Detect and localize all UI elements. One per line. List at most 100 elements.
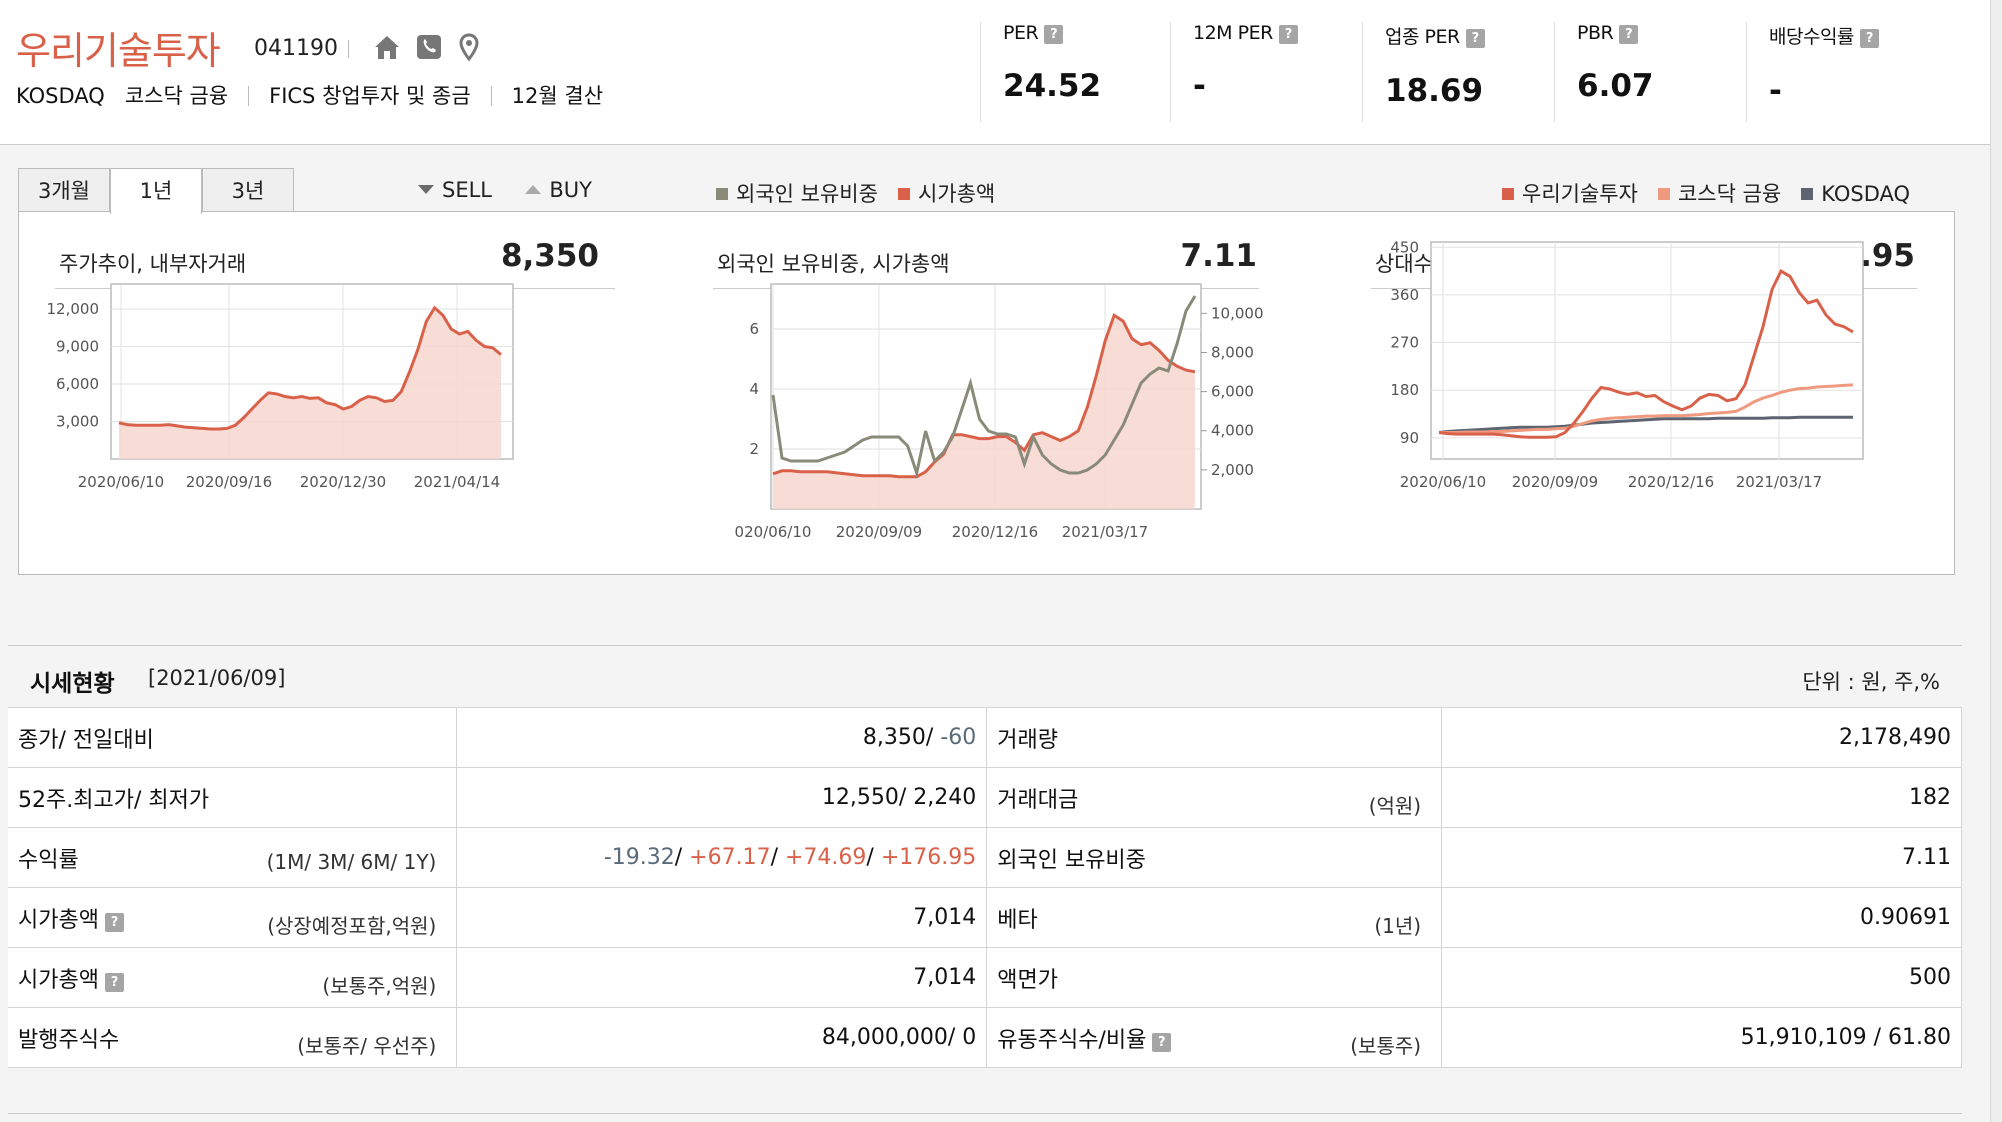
tab-3-years[interactable]: 3년 — [202, 168, 294, 212]
sell-triangle-icon — [418, 185, 434, 194]
cell-value: 7,014 — [913, 905, 977, 930]
row-label: 외국인 보유비중 — [986, 827, 1443, 888]
y-tick-label: 6,000 — [56, 375, 99, 393]
fiscal-month: 12월 결산 — [511, 84, 604, 108]
table-row: 시가총액? (보통주,억원) 7,014 액면가 500 — [8, 947, 1962, 1008]
price-chart[interactable]: 3,000 6,000 9,000 12,000 2020/06/10 2020/09/1… — [19, 212, 679, 576]
label-text: 발행주식수 — [18, 1028, 120, 1053]
table-header: 시세현황 [2021/06/09] 단위 : 원, 주,% — [8, 645, 1962, 707]
metric-value: 24.52 — [1003, 68, 1102, 104]
scrollbar-track[interactable] — [1990, 0, 2002, 1122]
cell-value: 7,014 — [913, 965, 977, 990]
label-text: 외국인 보유비중 — [997, 848, 1146, 873]
y-tick-label-right: 2,000 — [1211, 461, 1254, 479]
row-label: 거래량 — [986, 707, 1443, 768]
cell-change: -60 — [940, 725, 977, 750]
y-tick-label-left: 2 — [749, 440, 759, 458]
x-tick-label: 2020/12/30 — [300, 473, 386, 491]
home-icon[interactable] — [372, 32, 402, 62]
y-tick-label: 12,000 — [47, 300, 100, 318]
label-text: 유동주식수/비율 — [997, 1028, 1147, 1053]
x-tick-label: 2020/09/09 — [836, 523, 922, 541]
legend-foreign-ratio: 외국인 보유비중 — [736, 182, 878, 206]
metric-value: 6.07 — [1577, 68, 1654, 104]
row-label: 발행주식수 (보통주/ 우선주) — [8, 1007, 458, 1068]
price-status-table: 종가/ 전일대비 8,350/ -60 거래량 2,178,490 52주.최고… — [8, 707, 1962, 1068]
metric-value: - — [1769, 73, 1782, 109]
row-label: 종가/ 전일대비 — [8, 707, 458, 768]
label-text: 종가/ 전일대비 — [18, 728, 154, 753]
y-tick-label: 3,000 — [56, 413, 99, 431]
row-value: -19.32/ +67.17/ +74.69/ +176.95 — [456, 827, 988, 888]
sector-name: 코스닥 금융 — [124, 84, 229, 108]
row-label: 시가총액? (상장예정포함,억원) — [8, 887, 458, 948]
y-tick-label: 9,000 — [56, 338, 99, 356]
legend-market-cap: 시가총액 — [917, 182, 996, 206]
x-tick-label: 2020/06/10 — [1400, 473, 1486, 491]
table-row: 시가총액? (상장예정포함,억원) 7,014 베타 (1년) 0.90691 — [8, 887, 1962, 948]
phone-icon[interactable] — [414, 32, 444, 62]
help-icon[interactable]: ? — [104, 973, 124, 992]
legend-company: 우리기술투자 — [1522, 182, 1638, 206]
x-tick-label: 2020/12/16 — [1628, 473, 1714, 491]
y-tick-label-left: 6 — [749, 320, 759, 338]
row-value: 84,000,000/ 0 — [456, 1007, 988, 1068]
metric-value: - — [1193, 68, 1206, 104]
label-text: 시가총액 — [18, 968, 99, 993]
label-sub: (보통주/ 우선주) — [297, 1034, 437, 1058]
metric-dividend-yield: 배당수익률? - — [1746, 22, 1936, 122]
x-tick-label: 2021/03/17 — [1736, 473, 1822, 491]
label-sub: (상장예정포함,억원) — [267, 914, 437, 938]
metric-pbr: PBR? 6.07 — [1554, 22, 1744, 122]
cell-value: 84,000,000/ 0 — [821, 1025, 977, 1050]
help-icon[interactable]: ? — [1619, 25, 1639, 44]
return-separator: / — [770, 845, 785, 870]
metric-sector-per: 업종 PER? 18.69 — [1362, 22, 1552, 122]
chart-panel: 주가추이, 내부자거래 8,350 외국인 보유비중, 시가총액 7.11 상대… — [18, 211, 1955, 575]
stock-overview-page: 우리기술투자 041190 KOSDAQ 코스닥 금융 FICS 창업투자 및 종… — [0, 0, 2002, 1122]
row-value: 8,350/ -60 — [456, 707, 988, 768]
help-icon[interactable]: ? — [104, 913, 124, 932]
row-value: 12,550/ 2,240 — [456, 767, 988, 828]
table-row: 52주.최고가/ 최저가 12,550/ 2,240 거래대금 (억원) 182 — [8, 767, 1962, 828]
relative-return-chart[interactable]: 90 180 270 360 450 2020/06/10 2020/09/09 2020/1… — [1339, 212, 1956, 576]
foreign-ratio-chart[interactable]: 2 4 6 2,000 4,000 6,000 8,000 10,000 020/06/10 20… — [679, 212, 1339, 576]
label-text: 액면가 — [997, 968, 1058, 993]
buy-triangle-icon — [525, 185, 542, 194]
table-date: [2021/06/09] — [148, 666, 286, 690]
row-value: 7.11 — [1441, 827, 1962, 888]
tab-3-months[interactable]: 3개월 — [18, 168, 110, 212]
legend-swatch — [897, 188, 910, 200]
return-1y: +176.95 — [880, 845, 977, 870]
y-tick-label: 90 — [1400, 429, 1419, 447]
legend-sector: 코스닥 금융 — [1677, 182, 1782, 206]
metric-12m-per: 12M PER? - — [1170, 22, 1360, 122]
label-text: 거래대금 — [997, 788, 1079, 813]
cell-value: 8,350/ — [862, 725, 941, 750]
x-tick-label: 2020/09/09 — [1512, 473, 1598, 491]
location-pin-icon[interactable] — [454, 32, 484, 62]
help-icon[interactable]: ? — [1278, 25, 1298, 44]
row-value: 2,178,490 — [1441, 707, 1962, 768]
label-text: 수익률 — [18, 848, 79, 873]
fics-name: FICS 창업투자 및 종금 — [269, 84, 471, 108]
label-text: 베타 — [997, 908, 1038, 933]
tab-1-year[interactable]: 1년 — [110, 168, 202, 214]
help-icon[interactable]: ? — [1465, 29, 1485, 48]
y-tick-label: 270 — [1390, 334, 1419, 352]
help-icon[interactable]: ? — [1044, 25, 1064, 44]
stock-code: 041190 — [254, 36, 338, 61]
help-icon[interactable]: ? — [1859, 29, 1879, 48]
help-icon[interactable]: ? — [1152, 1033, 1172, 1052]
x-tick-label: 2021/04/14 — [414, 473, 500, 491]
row-label: 거래대금 (억원) — [986, 767, 1443, 828]
plot-area — [1430, 241, 1864, 460]
legend-sell: SELL — [442, 178, 492, 202]
label-sub: (보통주,억원) — [322, 974, 437, 998]
return-separator: / — [866, 845, 881, 870]
row-label: 액면가 — [986, 947, 1443, 1008]
label-sub: (1년) — [1374, 914, 1422, 938]
return-6m: +74.69 — [784, 845, 867, 870]
table-title: 시세현황 — [30, 671, 115, 697]
table-row: 수익률 (1M/ 3M/ 6M/ 1Y) -19.32/ +67.17/ +74.… — [8, 827, 1962, 888]
